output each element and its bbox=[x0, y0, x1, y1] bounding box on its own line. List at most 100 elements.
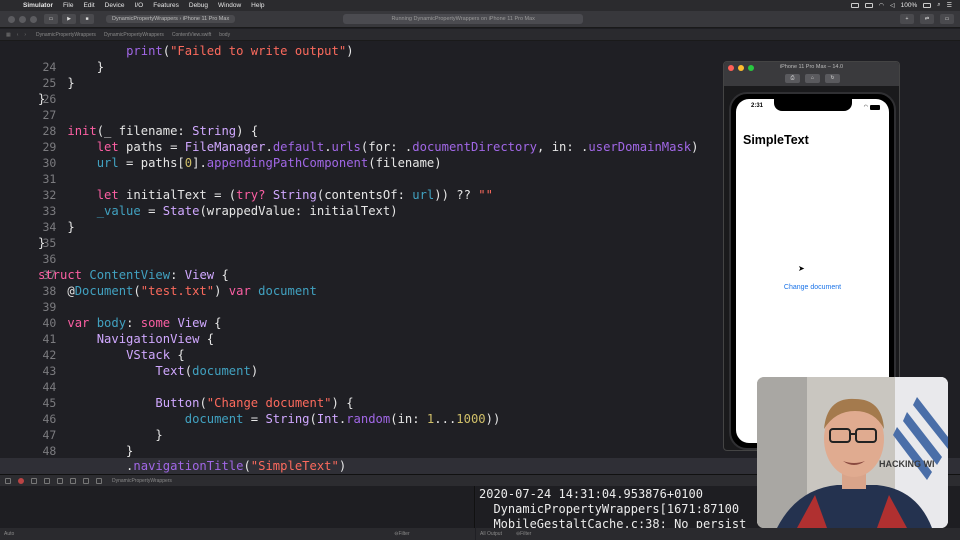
variables-filter-field[interactable]: Filter bbox=[399, 531, 410, 537]
close-window-icon[interactable] bbox=[8, 15, 15, 23]
scheme-name: DynamicPropertyWrappers bbox=[112, 16, 178, 22]
back-icon[interactable]: ‹ bbox=[17, 32, 19, 38]
code-text: VStack { bbox=[126, 348, 185, 362]
code-text: } bbox=[38, 236, 46, 250]
library-button[interactable]: + bbox=[900, 14, 914, 24]
code-text: let initialText = (try? String(contentsO… bbox=[96, 188, 493, 202]
rotate-icon[interactable]: ↻ bbox=[825, 74, 840, 83]
zoom-window-icon[interactable] bbox=[30, 15, 37, 23]
menu-edit[interactable]: Edit bbox=[78, 2, 99, 9]
menu-debug[interactable]: Debug bbox=[184, 2, 213, 9]
code-text: } bbox=[38, 92, 46, 106]
breadcrumb-file[interactable]: ContentView.swift bbox=[172, 32, 219, 38]
home-icon[interactable]: ⌂ bbox=[805, 74, 820, 83]
navigator-toggle-button[interactable]: ▭ bbox=[44, 14, 58, 24]
hide-debug-area-icon[interactable] bbox=[5, 477, 11, 484]
mouse-cursor-icon: ➤ bbox=[798, 264, 805, 273]
debug-controls bbox=[0, 477, 102, 484]
status-area: ◠ ◁ 100% ⌕ ☰ bbox=[850, 2, 960, 9]
breakpoints-icon[interactable] bbox=[18, 477, 24, 484]
toolbar-right: + ⇄ ▭ bbox=[900, 14, 960, 24]
webcam-video: HACKING WI bbox=[757, 377, 948, 528]
code-text: NavigationView { bbox=[96, 332, 215, 346]
code-text: Text(document) bbox=[155, 364, 259, 378]
run-button[interactable]: ▶ bbox=[62, 14, 76, 24]
menu-simulator[interactable]: Simulator bbox=[18, 2, 58, 9]
menu-features[interactable]: Features bbox=[148, 2, 184, 9]
battery-icon bbox=[870, 104, 880, 110]
code-text: } bbox=[38, 60, 105, 74]
menu-file[interactable]: File bbox=[58, 2, 78, 9]
jump-nav: ▦ ‹ › bbox=[0, 32, 36, 38]
menu-help[interactable]: Help bbox=[246, 2, 269, 9]
change-document-button[interactable]: Change document bbox=[736, 284, 889, 291]
code-text: print("Failed to write output") bbox=[126, 44, 354, 58]
console-scope[interactable]: All Output bbox=[480, 531, 502, 537]
related-items-icon[interactable]: ▦ bbox=[6, 32, 11, 38]
menu-bar: Simulator File Edit Device I/O Features … bbox=[0, 0, 960, 11]
variables-scope[interactable]: Auto bbox=[4, 531, 14, 537]
search-icon[interactable]: ⌕ bbox=[937, 2, 940, 9]
console-line: 2020-07-24 14:31:04.953876+0100 bbox=[479, 487, 703, 501]
navigation-title: SimpleText bbox=[743, 133, 809, 147]
device-name: iPhone 11 Pro Max bbox=[182, 16, 230, 22]
step-over-icon[interactable] bbox=[44, 477, 50, 484]
window-controls bbox=[0, 15, 44, 23]
simulator-buttons: ⎙ ⌂ ↻ bbox=[785, 74, 840, 83]
menu-device[interactable]: Device bbox=[100, 2, 130, 9]
code-text: @Document("test.txt") var document bbox=[38, 284, 317, 298]
notch bbox=[774, 99, 852, 111]
wifi-icon: ◠ bbox=[863, 104, 868, 110]
activity-viewer: Running DynamicPropertyWrappers on iPhon… bbox=[343, 14, 584, 24]
jump-bar: ▦ ‹ › DynamicPropertyWrappers DynamicPro… bbox=[0, 29, 960, 41]
code-text: _value = State(wrappedValue: initialText… bbox=[96, 204, 398, 218]
menu-io[interactable]: I/O bbox=[130, 2, 149, 9]
battery-icon[interactable] bbox=[923, 3, 932, 8]
webcam-overlay: HACKING WI bbox=[757, 377, 948, 528]
code-text: } bbox=[38, 76, 75, 90]
code-text: document = String(Int.random(in: 1...100… bbox=[184, 412, 501, 426]
screenshot-icon[interactable]: ⎙ bbox=[785, 74, 800, 83]
simulator-titlebar: iPhone 11 Pro Max – 14.0 ⎙ ⌂ ↻ bbox=[724, 62, 899, 86]
breadcrumb-project[interactable]: DynamicPropertyWrappers bbox=[36, 32, 104, 38]
stop-button[interactable]: ■ bbox=[80, 14, 94, 24]
simulator-title: iPhone 11 Pro Max – 14.0 bbox=[779, 64, 844, 70]
wall-sign-text: HACKING WI bbox=[879, 459, 935, 469]
console-filter-bar: All Output ⊖ Filter bbox=[476, 528, 960, 540]
pause-icon[interactable] bbox=[31, 477, 37, 484]
code-text: url = paths[0].appendingPathComponent(fi… bbox=[96, 156, 442, 170]
forward-icon[interactable]: › bbox=[24, 32, 26, 38]
code-review-button[interactable]: ⇄ bbox=[920, 14, 934, 24]
code-text: let paths = FileManager.default.urls(for… bbox=[96, 140, 699, 154]
debug-target: DynamicPropertyWrappers bbox=[112, 477, 172, 484]
battery-percent: 100% bbox=[900, 2, 918, 9]
scheme-selector[interactable]: DynamicPropertyWrappers › iPhone 11 Pro … bbox=[106, 15, 236, 23]
step-into-icon[interactable] bbox=[57, 477, 63, 484]
xcode-toolbar: ▭ ▶ ■ DynamicPropertyWrappers › iPhone 1… bbox=[0, 11, 960, 28]
inspector-toggle-button[interactable]: ▭ bbox=[940, 14, 954, 24]
code-text: .navigationTitle("SimpleText") bbox=[38, 459, 347, 473]
console-filter-field[interactable]: Filter bbox=[520, 531, 531, 537]
volume-icon[interactable]: ◁ bbox=[890, 2, 895, 9]
status-time: 2:31 bbox=[751, 103, 764, 109]
view-hierarchy-icon[interactable] bbox=[83, 477, 89, 484]
airplay-icon[interactable] bbox=[864, 3, 873, 8]
step-out-icon[interactable] bbox=[70, 477, 76, 484]
code-text: struct ContentView: View { bbox=[38, 268, 229, 282]
code-text: } bbox=[38, 444, 134, 458]
code-text: Button("Change document") { bbox=[155, 396, 354, 410]
code-text: } bbox=[38, 428, 163, 442]
code-line: 24 print("Failed to write output") bbox=[0, 43, 960, 74]
code-text: var body: some View { bbox=[67, 316, 222, 330]
control-center-icon[interactable]: ☰ bbox=[947, 2, 952, 9]
wifi-icon[interactable]: ◠ bbox=[879, 2, 884, 9]
variables-filter-bar: Auto ⊖ Filter bbox=[0, 528, 475, 540]
breadcrumb-symbol[interactable]: body bbox=[219, 32, 238, 38]
breadcrumb-group[interactable]: DynamicPropertyWrappers bbox=[104, 32, 172, 38]
code-text: } bbox=[38, 220, 75, 234]
console-line: DynamicPropertyWrappers[1671:87100 bbox=[479, 502, 740, 516]
menu-window[interactable]: Window bbox=[213, 2, 246, 9]
screen-record-icon[interactable] bbox=[850, 3, 859, 8]
location-icon[interactable] bbox=[96, 477, 102, 484]
minimize-window-icon[interactable] bbox=[19, 15, 26, 23]
